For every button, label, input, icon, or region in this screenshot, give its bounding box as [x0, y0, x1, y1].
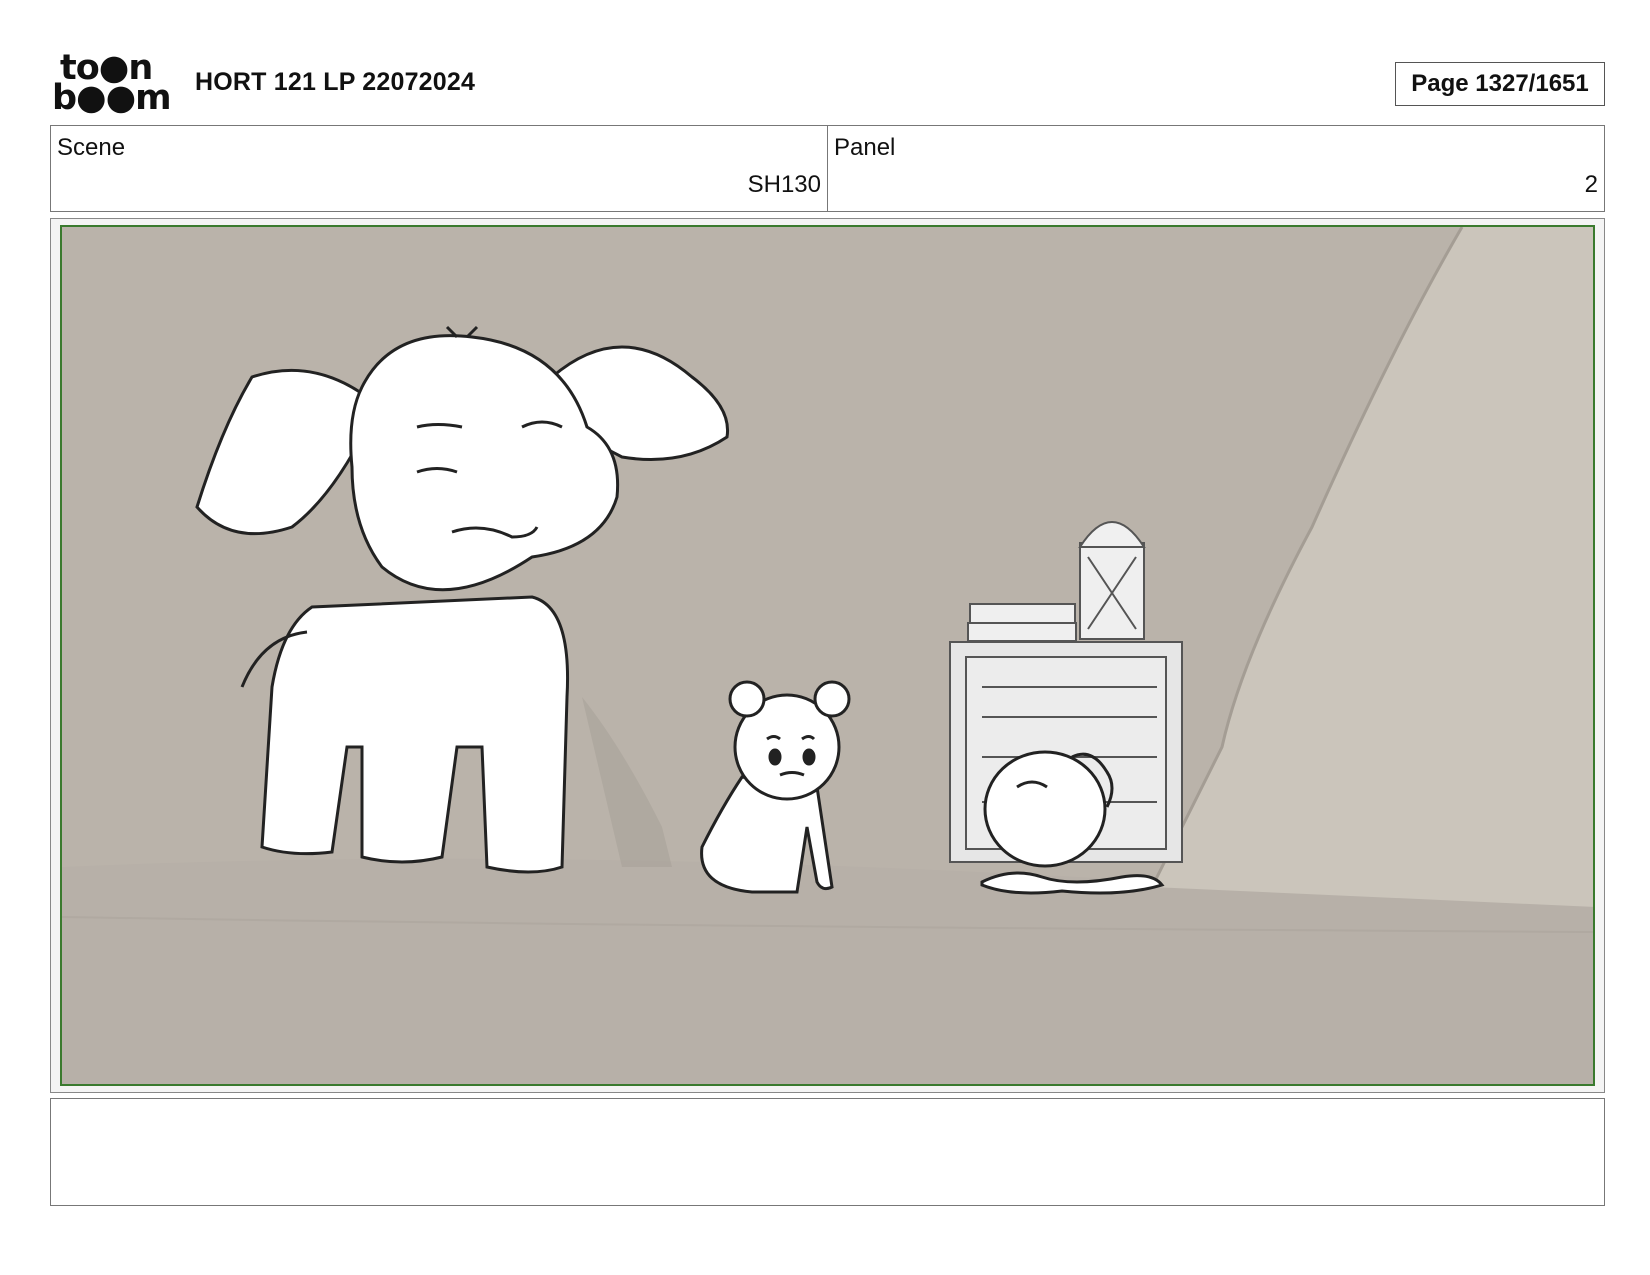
panel-cell: Panel 2 — [827, 126, 1604, 211]
scene-panel-info: Scene SH130 Panel 2 — [50, 125, 1605, 212]
storyboard-panel-image — [60, 225, 1595, 1086]
toonboom-logo: to●n b●●m — [52, 51, 172, 118]
document-title: HORT 121 LP 22072024 — [195, 68, 476, 96]
scene-value: SH130 — [747, 171, 821, 198]
logo-line-2: b●●m — [52, 78, 172, 118]
panel-notes-area — [50, 1098, 1605, 1206]
scene-label: Scene — [57, 134, 126, 161]
panel-value: 2 — [1584, 171, 1598, 198]
panel-label: Panel — [834, 134, 896, 161]
scene-cell: Scene SH130 — [51, 126, 827, 211]
storyboard-frame — [50, 218, 1605, 1093]
page-number-badge: Page 1327/1651 — [1395, 62, 1605, 106]
sketch-illustration — [62, 227, 1593, 1084]
